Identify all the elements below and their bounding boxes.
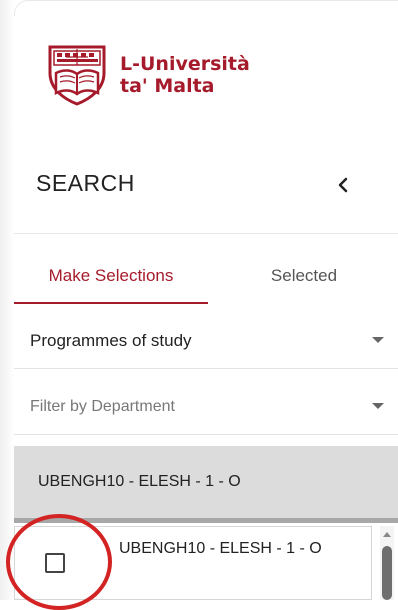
scroll-up-arrow-icon[interactable] xyxy=(383,532,391,537)
university-name-line2: ta' Malta xyxy=(120,75,215,97)
caret-down-icon xyxy=(372,337,384,343)
search-input[interactable] xyxy=(14,446,398,518)
department-filter-dropdown[interactable]: Filter by Department xyxy=(14,379,398,435)
list-item[interactable]: UBENGH10 - ELESH - 1 - O xyxy=(14,526,372,600)
active-tab-indicator xyxy=(14,302,208,304)
panel-edge-shadow xyxy=(0,0,14,600)
scrollbar-thumb[interactable] xyxy=(382,546,392,600)
search-input-container xyxy=(14,446,398,523)
panel-top-border xyxy=(14,0,398,16)
university-name-line1: L-Università xyxy=(120,53,250,75)
tab-selected[interactable]: Selected xyxy=(234,250,374,302)
tab-make-selections[interactable]: Make Selections xyxy=(14,250,208,302)
chevron-left-icon xyxy=(338,177,348,193)
search-input-underline xyxy=(14,518,398,523)
programmes-dropdown[interactable]: Programmes of study xyxy=(14,313,398,369)
programmes-dropdown-value: Programmes of study xyxy=(30,331,192,350)
result-label: UBENGH10 - ELESH - 1 - O xyxy=(119,540,322,557)
result-checkbox[interactable] xyxy=(45,553,65,573)
university-name: L-Università ta' Malta xyxy=(120,53,250,97)
collapse-panel-button[interactable] xyxy=(330,172,356,198)
header-divider xyxy=(14,233,398,234)
results-scrollbar[interactable] xyxy=(380,526,394,600)
caret-down-icon xyxy=(372,403,384,409)
selection-tabs: Make Selections Selected xyxy=(14,250,398,304)
department-filter-placeholder: Filter by Department xyxy=(30,398,175,415)
university-logo[interactable]: L-Università ta' Malta xyxy=(44,42,264,108)
search-title: SEARCH xyxy=(36,170,135,196)
results-list: UBENGH10 - ELESH - 1 - O xyxy=(14,524,398,600)
search-panel: L-Università ta' Malta SEARCH Make Selec… xyxy=(0,0,398,610)
university-crest-icon xyxy=(48,45,106,106)
